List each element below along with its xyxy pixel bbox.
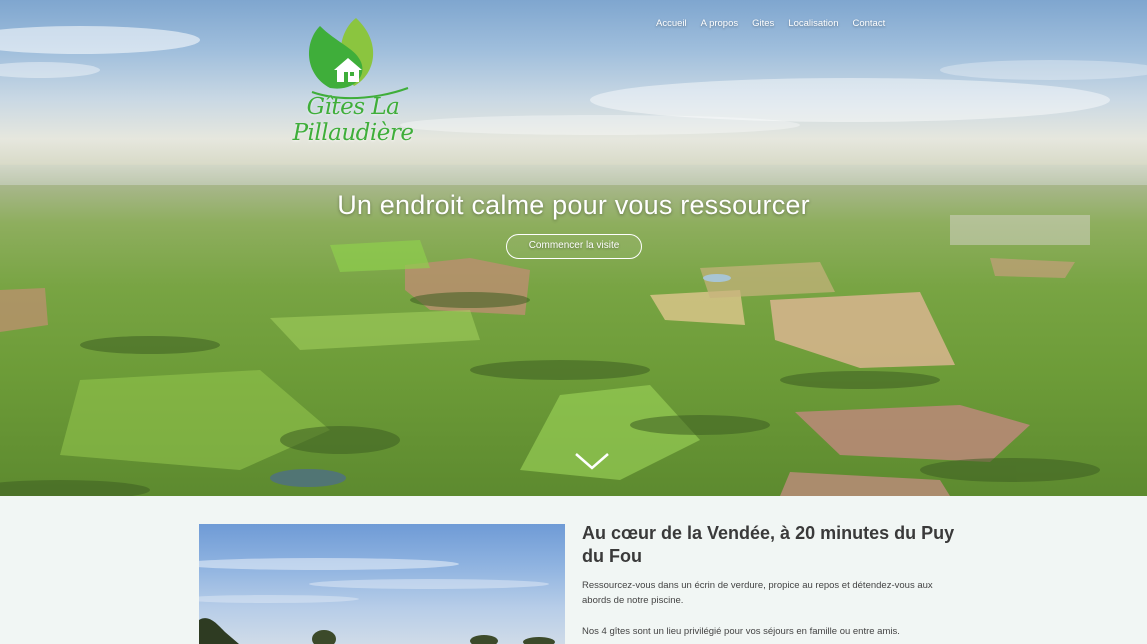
chevron-down-icon[interactable] (574, 450, 610, 472)
nav-item-accueil[interactable]: Accueil (656, 18, 687, 29)
nav-item-a-propos[interactable]: A propos (701, 18, 739, 29)
gite-photo (199, 524, 565, 644)
intro-paragraph-1: Ressourcez-vous dans un écrin de verdure… (582, 580, 933, 606)
brand-name[interactable]: Gîtes La Pillaudière (258, 94, 448, 146)
nav-item-gites[interactable]: Gites (752, 18, 774, 29)
main-nav: Accueil A propos Gites Localisation Cont… (656, 18, 885, 29)
nav-item-localisation[interactable]: Localisation (788, 18, 838, 29)
nav-item-contact[interactable]: Contact (852, 18, 885, 29)
hero-title: Un endroit calme pour vous ressourcer (337, 190, 810, 220)
intro-paragraph-2: Nos 4 gîtes sont un lieu privilégié pour… (582, 626, 900, 637)
start-visit-button[interactable]: Commencer la visite (506, 234, 642, 259)
hero-section: Gîtes La Pillaudière Accueil A propos Gi… (0, 0, 1147, 496)
intro-title: Au cœur de la Vendée, à 20 minutes du Pu… (582, 523, 955, 566)
